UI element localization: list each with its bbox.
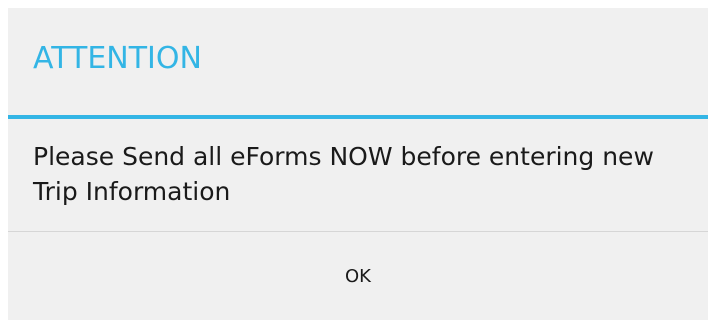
dialog-message: Please Send all eForms NOW before enteri… (33, 142, 654, 206)
ok-button[interactable]: OK (8, 232, 708, 320)
dialog-title: ATTENTION (33, 41, 202, 76)
alert-dialog: ATTENTION Please Send all eForms NOW bef… (8, 8, 708, 320)
title-divider (8, 115, 708, 119)
dialog-header: ATTENTION (8, 8, 708, 115)
